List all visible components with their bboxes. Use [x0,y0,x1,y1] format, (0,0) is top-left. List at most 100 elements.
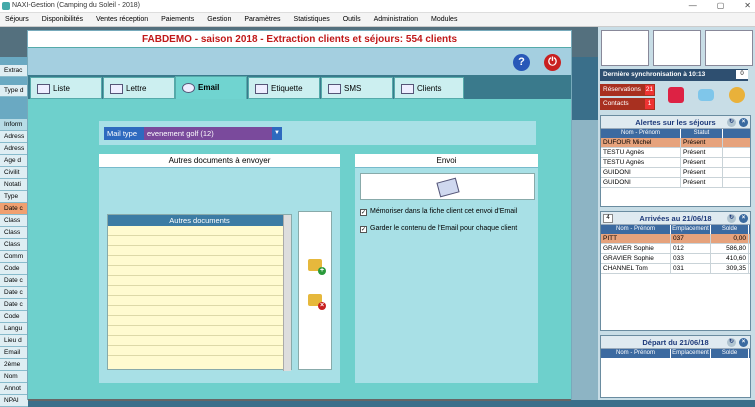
maximize-button[interactable]: ▢ [717,1,725,10]
power-button[interactable]: ⏻ [544,54,561,71]
close-icon[interactable]: × [739,214,748,223]
list-item[interactable] [108,236,291,246]
list-item[interactable] [108,336,291,346]
email-tab-content: Mail type evenement golf (12) ▼ Autres d… [28,99,571,399]
table-row[interactable]: GUIDONI Présent [601,178,750,188]
thumbnail[interactable] [601,30,649,66]
col-header: Solde [711,225,749,234]
list-item[interactable] [108,326,291,336]
send-email-button[interactable] [360,173,535,200]
close-icon[interactable]: × [739,118,748,127]
table-row[interactable]: GRAVIER Sophie 033 410,60 [601,254,750,264]
tab-etiquette[interactable]: Etiquette [248,77,320,99]
cell-status: Présent [681,138,723,147]
list-item[interactable] [108,266,291,276]
refresh-icon[interactable]: ↻ [727,214,736,223]
right-panel: Dernière synchronisation à 10:13 0 Réser… [598,27,755,400]
menu-outils[interactable]: Outils [343,16,361,23]
chat-icon[interactable] [698,89,714,101]
col-header: Nom - Prénom [601,349,671,358]
list-item[interactable] [108,226,291,236]
menu-gestion[interactable]: Gestion [207,16,231,23]
remove-icon: × [318,302,326,310]
list-item[interactable] [108,316,291,326]
list-item[interactable] [108,346,291,356]
docs-panel: Autres documents à envoyer Autres docume… [99,154,340,383]
list-item[interactable] [108,306,291,316]
list-item[interactable] [108,256,291,266]
tab-label: Clients [417,84,442,93]
title-bar: NAXI-Gestion (Camping du Soleil - 2018) … [0,0,755,13]
mail-type-select[interactable]: evenement golf (12) [144,127,272,140]
field-label: Adress [0,131,28,143]
list-item[interactable] [108,246,291,256]
cell-solde: 410,60 [711,254,749,263]
minimize-button[interactable]: — [689,1,697,10]
menu-paiements[interactable]: Paiements [161,16,194,23]
tab-sms[interactable]: SMS [321,77,393,99]
list-item[interactable] [108,286,291,296]
cell-status: Présent [681,178,723,187]
arrivees-count[interactable]: 4 [603,214,613,223]
reservations-badge[interactable]: Réservations 21 [600,84,655,96]
cell-name: GRAVIER Sophie [601,244,671,253]
list-icon [37,84,50,94]
thumbnail[interactable] [653,30,701,66]
field-label: Annot [0,383,28,395]
menu-statistiques[interactable]: Statistiques [294,16,330,23]
home-icon[interactable] [668,87,684,103]
contacts-badge[interactable]: Contacts 1 [600,98,655,110]
table-row[interactable]: GRAVIER Sophie 012 586,80 [601,244,750,254]
refresh-icon[interactable]: ↻ [727,118,736,127]
keep-content-checkbox[interactable]: ✓ Garder le contenu de l'Email pour chaqu… [360,224,517,234]
tab-email[interactable]: Email [175,76,247,99]
menu-modules[interactable]: Modules [431,16,457,23]
list-item[interactable] [108,276,291,286]
plus-icon: + [318,267,326,275]
tab-liste[interactable]: Liste [30,77,102,99]
field-label: Date c [0,287,28,299]
col-header: Emplacement [671,225,711,234]
col-header: Nom - Prénom [601,225,671,234]
close-icon[interactable]: × [739,338,748,347]
table-row[interactable]: TESTU Agnès Présent [601,158,750,168]
menu-parametres[interactable]: Paramètres [244,16,280,23]
chevron-down-icon[interactable]: ▼ [272,127,282,140]
help-button[interactable]: ? [513,54,530,71]
table-row[interactable]: DUFOUR Michel Présent [601,138,750,148]
close-button[interactable]: ✕ [744,1,751,10]
thumbnail[interactable] [705,30,753,66]
menu-sejours[interactable]: Séjours [5,16,29,23]
scrollbar[interactable] [283,215,291,371]
refresh-icon[interactable]: ↻ [727,338,736,347]
field-label: Age d [0,155,28,167]
col-header: Emplacement [671,349,711,358]
field-label: Date c [0,275,28,287]
field-label: Lieu d [0,335,28,347]
table-row[interactable]: GUIDONI Présent [601,168,750,178]
field-label: Langu [0,323,28,335]
add-document-button[interactable]: + [308,259,326,275]
remove-document-button[interactable]: × [308,294,326,310]
reservations-count: 21 [645,85,654,95]
checkbox-box[interactable]: ✓ [360,209,367,216]
table-row[interactable]: CHANNEL Tom 031 309,35 [601,264,750,274]
checkbox-box[interactable]: ✓ [360,226,367,233]
menu-ventes-reception[interactable]: Ventes réception [96,16,148,23]
cell-name: DUFOUR Michel [601,138,681,147]
palette-icon[interactable] [729,87,745,103]
menu-administration[interactable]: Administration [374,16,418,23]
tab-label: Liste [53,84,70,93]
docs-list[interactable]: Autres documents [107,214,292,371]
col-header: Nom - Prénom [601,129,681,138]
table-row[interactable]: TESTU Agnès Présent [601,148,750,158]
tab-lettre[interactable]: Lettre [103,77,175,99]
mail-type-bar: Mail type evenement golf (12) ▼ [99,121,536,145]
tab-clients[interactable]: Clients [394,77,464,99]
menu-disponibilites[interactable]: Disponibilités [42,16,83,23]
table-row[interactable]: PITT 037 0,00 [601,234,750,244]
checkbox-label: Mémoriser dans la fiche client cet envoi… [370,208,518,215]
memorize-checkbox[interactable]: ✓ Mémoriser dans la fiche client cet envo… [360,207,517,217]
list-item[interactable] [108,296,291,306]
tab-label: SMS [344,84,362,93]
